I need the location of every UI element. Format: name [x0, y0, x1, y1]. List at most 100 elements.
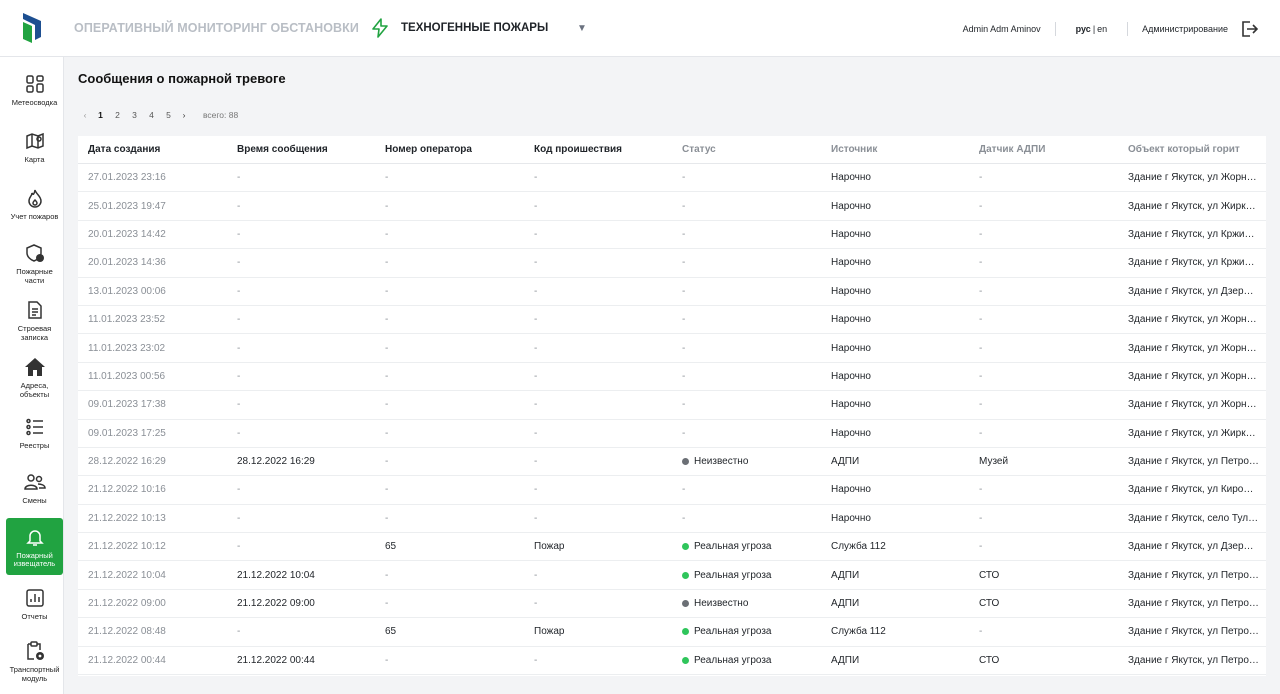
cell-operator: -	[385, 228, 389, 240]
column-header[interactable]: Источник	[821, 144, 969, 155]
cell-code: -	[534, 512, 538, 524]
cell-source: Нарочно	[831, 427, 871, 439]
cell-created: 21.12.2022 10:04	[88, 569, 166, 581]
sidebar-item-label: Смены	[22, 496, 47, 505]
column-header[interactable]: Дата создания	[78, 144, 227, 155]
table-row[interactable]: 21.12.2022 10:16 - - - - Нарочно - Здание г Яку…	[78, 476, 1266, 505]
column-header[interactable]: Номер оператора	[375, 144, 524, 155]
sidebar-item-label: Карта	[24, 155, 45, 164]
status-cell: Реальная угроза	[672, 655, 821, 666]
sidebar-item-transport[interactable]: Транспортный модуль	[6, 639, 63, 687]
cell-created: 11.01.2023 23:02	[88, 342, 166, 354]
page-5[interactable]: 5	[160, 110, 177, 120]
user-name[interactable]: Admin Adm Aminov	[963, 24, 1055, 34]
cell-operator: -	[385, 456, 389, 468]
cell-created: 11.01.2023 00:56	[88, 370, 166, 382]
status-text: Реальная угроза	[694, 654, 772, 666]
cell-object: Здание г Якутск, ул Петро…	[1128, 569, 1259, 581]
page-2[interactable]: 2	[109, 110, 126, 120]
table-row[interactable]: 11.01.2023 23:02 - - - - Нарочно - Здание г Яку…	[78, 334, 1266, 363]
cell-source: Нарочно	[831, 200, 871, 212]
cell-object: Здание г Якутск, ул Петро…	[1128, 626, 1259, 638]
status-cell: Реальная угроза	[672, 570, 821, 581]
sidebar-item-reports[interactable]: Отчеты	[6, 586, 63, 626]
lightning-icon	[368, 16, 392, 40]
sidebar-item-fire-stations[interactable]: Пожарные части	[6, 241, 63, 287]
cell-status: -	[682, 484, 686, 496]
grid-icon	[23, 72, 47, 96]
admin-link[interactable]: Администрирование	[1128, 24, 1240, 34]
cell-source: Служба 112	[831, 541, 886, 553]
status-cell: Неизвестно	[672, 598, 821, 609]
cell-operator: -	[385, 598, 389, 610]
table-row[interactable]: 13.01.2023 00:06 - - - - Нарочно - Здание г Яку…	[78, 278, 1266, 306]
table-row[interactable]: 27.01.2023 23:16 - - - - Нарочно - Здание г Яку…	[78, 164, 1266, 193]
cell-sensor: Музей	[979, 456, 1009, 468]
sidebar-item-registries[interactable]: Реестры	[6, 415, 63, 455]
table-row[interactable]: 11.01.2023 00:56 - - - - Нарочно - Здание г Яку…	[78, 363, 1266, 392]
sidebar-item-roster[interactable]: Строевая записка	[6, 298, 63, 344]
cell-source: Нарочно	[831, 342, 871, 354]
cell-status: -	[682, 342, 686, 354]
chevron-down-icon[interactable]: ▼	[577, 23, 587, 34]
next-page-button[interactable]: ›	[177, 110, 191, 120]
sidebar-item-shifts[interactable]: Смены	[6, 470, 63, 512]
cell-object: Здание г Якутск, ул Петро…	[1128, 598, 1259, 610]
map-icon	[23, 129, 47, 153]
sidebar-item-addresses[interactable]: Адреса, объекты	[6, 355, 63, 401]
table-row[interactable]: 21.12.2022 08:48 - 65 Пожар Реальная угроза С…	[78, 618, 1266, 647]
cell-code: -	[534, 598, 538, 610]
logout-icon[interactable]	[1240, 20, 1280, 38]
clipboard-gear-icon	[23, 639, 47, 663]
cell-source: Нарочно	[831, 314, 871, 326]
column-header[interactable]: Объект который горит	[1118, 144, 1266, 155]
table-row[interactable]: 25.01.2023 19:47 - - - - Нарочно - Здание г Яку…	[78, 192, 1266, 221]
lang-en[interactable]: en	[1097, 24, 1107, 34]
page-1[interactable]: 1	[92, 110, 109, 120]
cell-source: Нарочно	[831, 228, 871, 240]
table-header: Дата создания Время сообщения Номер опер…	[78, 136, 1266, 164]
table-row[interactable]: 11.01.2023 23:52 - - - - Нарочно - Здание г Яку…	[78, 306, 1266, 335]
page-4[interactable]: 4	[143, 110, 160, 120]
mode-selector[interactable]: ТЕХНОГЕННЫЕ ПОЖАРЫ ▼	[368, 16, 587, 40]
table-row[interactable]: 21.12.2022 09:00 21.12.2022 09:00 - - Неизве…	[78, 590, 1266, 619]
cell-code: -	[534, 399, 538, 411]
cell-object: Здание г Якутск, ул Петро…	[1128, 456, 1259, 468]
cell-code: Пожар	[534, 541, 565, 553]
mode-label: ТЕХНОГЕННЫЕ ПОЖАРЫ	[401, 22, 549, 34]
table-row[interactable]: 21.12.2022 10:12 - 65 Пожар Реальная угроза С…	[78, 533, 1266, 562]
sidebar-item-label: Метеосводка	[11, 98, 58, 107]
sidebar-item-fires[interactable]: Учет пожаров	[6, 186, 63, 230]
prev-page-button[interactable]: ‹	[78, 110, 92, 120]
app-logo[interactable]	[0, 0, 64, 57]
cell-msg-time: -	[237, 285, 241, 297]
cell-operator: -	[385, 427, 389, 439]
cell-created: 25.01.2023 19:47	[88, 200, 166, 212]
table-row[interactable]: 21.12.2022 10:04 21.12.2022 10:04 - - Реальн…	[78, 561, 1266, 590]
lang-ru[interactable]: рус	[1076, 24, 1091, 34]
page-title: Сообщения о пожарной тревоге	[78, 71, 286, 86]
column-header[interactable]: Датчик АДПИ	[969, 144, 1118, 155]
sidebar-item-label: Пожарный извещатель	[13, 550, 56, 568]
table-row[interactable]: 20.01.2023 14:36 - - - - Нарочно - Здание г Яку…	[78, 249, 1266, 278]
cell-status: -	[682, 314, 686, 326]
cell-source: Нарочно	[831, 285, 871, 297]
table-row[interactable]: 09.01.2023 17:38 - - - - Нарочно - Здание г Яку…	[78, 391, 1266, 420]
page-3[interactable]: 3	[126, 110, 143, 120]
sidebar-item-fire-detector[interactable]: Пожарный извещатель	[6, 518, 63, 575]
table-row[interactable]: 28.12.2022 16:29 28.12.2022 16:29 - - Неизве…	[78, 448, 1266, 477]
cell-code: -	[534, 484, 538, 496]
table-row[interactable]: 21.12.2022 00:44 21.12.2022 00:44 - - Реальн…	[78, 647, 1266, 676]
sidebar-item-label: Учет пожаров	[10, 212, 59, 221]
column-header[interactable]: Статус	[672, 144, 821, 155]
table-row[interactable]: 21.12.2022 10:13 - - - - Нарочно - Здание г Яку…	[78, 505, 1266, 534]
cell-sensor: -	[979, 285, 983, 297]
sidebar-item-map[interactable]: Карта	[6, 129, 63, 173]
sidebar-item-weather[interactable]: Метеосводка	[6, 72, 63, 116]
table-row[interactable]: 09.01.2023 17:25 - - - - Нарочно - Здание г Яку…	[78, 420, 1266, 448]
cell-operator: -	[385, 569, 389, 581]
table-row[interactable]: 20.01.2023 14:42 - - - - Нарочно - Здание г Яку…	[78, 221, 1266, 250]
column-header[interactable]: Время сообщения	[227, 144, 375, 155]
status-text: Неизвестно	[694, 456, 749, 468]
column-header[interactable]: Код проишествия	[524, 144, 672, 155]
